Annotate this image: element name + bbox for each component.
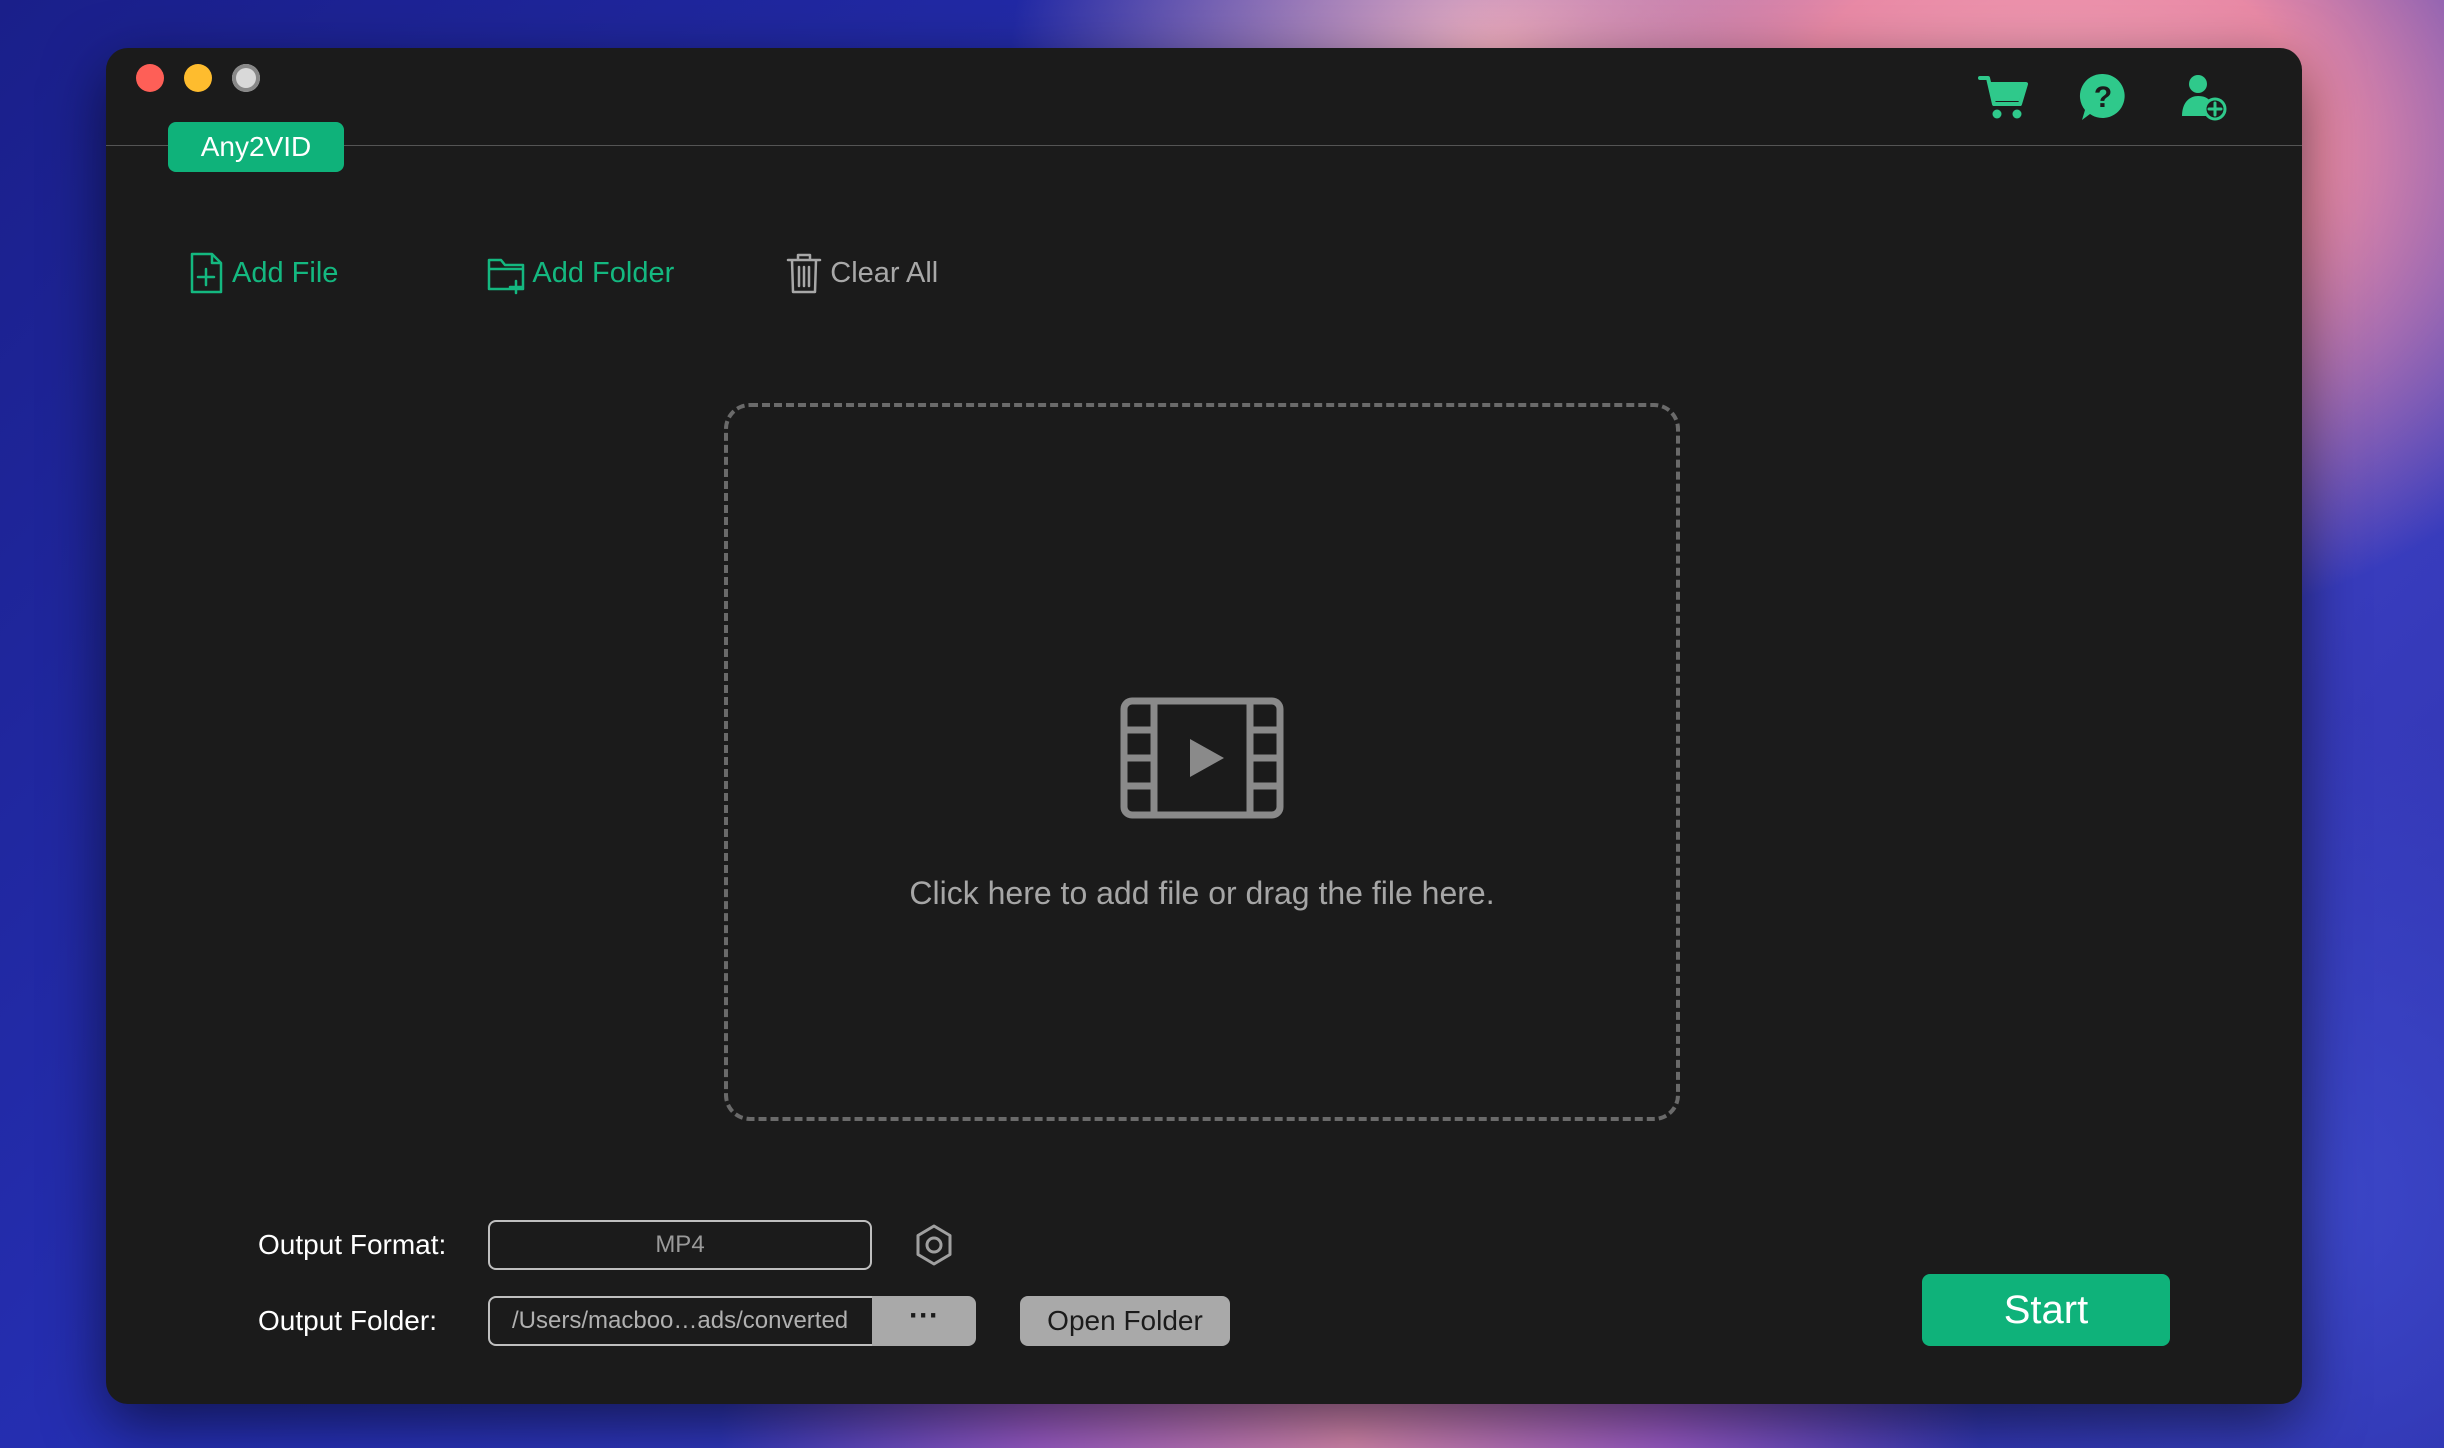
user-add-icon[interactable] [2176,70,2230,124]
open-folder-button[interactable]: Open Folder [1020,1296,1230,1346]
tab-any2vid[interactable]: Any2VID [168,122,344,172]
output-format-select[interactable]: MP4 [488,1220,872,1270]
app-window: ? Any2VID Add File Add Folder Clear All … [106,48,2302,1404]
trash-icon [787,253,822,294]
window-controls [136,64,260,92]
settings-icon[interactable] [912,1223,956,1267]
cart-icon[interactable] [1976,70,2030,124]
header-divider [106,145,2302,146]
file-drop-zone[interactable]: Click here to add file or drag the file … [724,403,1680,1121]
clear-all-button[interactable]: Clear All [784,251,938,295]
film-icon [1120,697,1284,819]
output-format-label: Output Format: [258,1229,447,1260]
svg-text:?: ? [2094,81,2112,114]
toolbar: Add File Add Folder Clear All [186,248,938,298]
drop-zone-hint: Click here to add file or drag the file … [909,875,1495,911]
browse-folder-button[interactable]: ··· [872,1296,976,1346]
add-folder-button[interactable]: Add Folder [486,251,674,295]
add-file-icon [190,252,223,294]
help-icon[interactable]: ? [2076,70,2130,124]
close-window-button[interactable] [136,64,164,92]
header-actions: ? [1976,70,2230,124]
add-folder-icon [488,258,525,295]
output-folder-path[interactable]: /Users/macboo…ads/converted [488,1296,878,1346]
output-folder-label: Output Folder: [258,1305,437,1336]
add-file-button[interactable]: Add File [186,251,338,295]
start-button[interactable]: Start [1922,1274,2170,1346]
clear-all-label: Clear All [830,256,939,289]
add-folder-label: Add Folder [532,256,675,289]
add-file-label: Add File [232,256,339,289]
zoom-window-button[interactable] [232,64,260,92]
minimize-window-button[interactable] [184,64,212,92]
